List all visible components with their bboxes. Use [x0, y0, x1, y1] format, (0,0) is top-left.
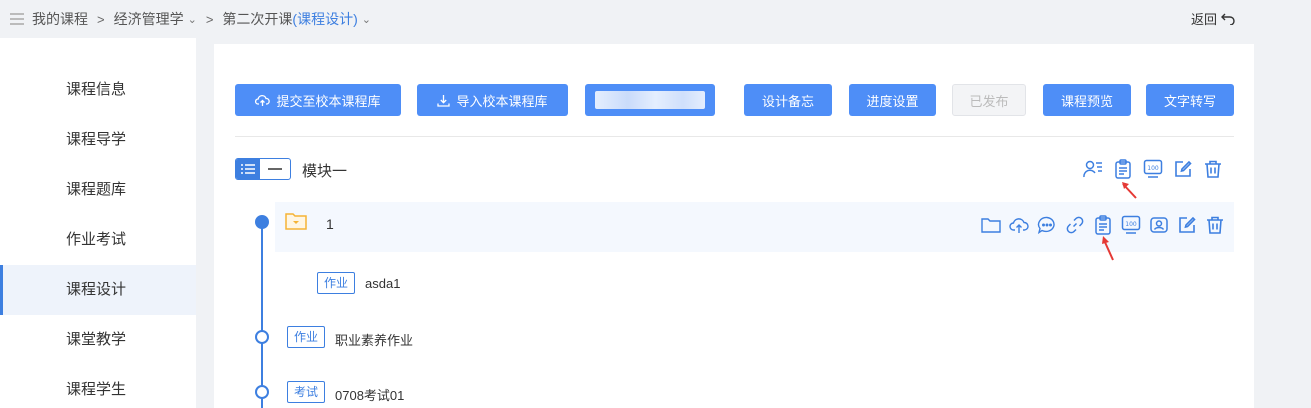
timeline-node-active	[255, 215, 269, 229]
divider	[235, 136, 1234, 137]
badge-icon[interactable]	[1148, 214, 1170, 236]
download-icon	[437, 94, 451, 107]
list-view-icon[interactable]	[236, 159, 260, 179]
edit-icon[interactable]	[1176, 214, 1198, 236]
back-label: 返回	[1191, 12, 1218, 27]
delete-icon[interactable]	[1202, 158, 1224, 180]
module-actions: 100	[1082, 158, 1224, 180]
chevron-down-icon[interactable]: ⌄	[362, 13, 371, 26]
cloud-upload-icon[interactable]	[1008, 214, 1030, 236]
timeline-node	[255, 330, 269, 344]
sidebar-item-course-design[interactable]: 课程设计	[0, 265, 196, 315]
clipboard-icon[interactable]	[1112, 158, 1134, 180]
score-100-icon[interactable]: 100	[1120, 214, 1142, 236]
back-button[interactable]: 返回	[1191, 9, 1235, 28]
redacted-button[interactable]	[585, 84, 715, 116]
link-icon[interactable]	[1064, 214, 1086, 236]
breadcrumb-item-my-courses[interactable]: 我的课程	[32, 9, 88, 29]
breadcrumb-item-offering[interactable]: 第二次开课	[222, 9, 292, 29]
section-actions: 100	[980, 214, 1226, 236]
menu-icon[interactable]	[10, 13, 24, 25]
progress-settings-button[interactable]: 进度设置	[849, 84, 936, 116]
sidebar-item-homework-exams[interactable]: 作业考试	[0, 215, 196, 265]
item-type-tag: 作业	[317, 272, 356, 294]
module-title: 模块一	[302, 163, 348, 180]
section-title: 1	[326, 216, 334, 232]
svg-text:100: 100	[1147, 165, 1159, 172]
item-title[interactable]: 职业素养作业	[335, 330, 413, 349]
delete-icon[interactable]	[1204, 214, 1226, 236]
course-preview-button[interactable]: 课程预览	[1043, 84, 1131, 116]
submit-to-library-button[interactable]: 提交至校本课程库	[235, 84, 401, 116]
item-type-tag: 作业	[287, 326, 326, 348]
import-from-library-label: 导入校本课程库	[456, 93, 548, 109]
timeline-line	[261, 216, 263, 408]
timeline-node	[255, 385, 269, 399]
course-design-panel: 提交至校本课程库 导入校本课程库 设计备忘 进度设置 已发布 课程预览 文字转写…	[214, 44, 1254, 408]
sidebar: 课程信息 课程导学 课程题库 作业考试 课程设计 课堂教学 课程学生	[0, 38, 196, 408]
submit-to-library-label: 提交至校本课程库	[276, 93, 381, 109]
import-from-library-button[interactable]: 导入校本课程库	[417, 84, 568, 116]
design-memo-button[interactable]: 设计备忘	[744, 84, 832, 116]
item-type-tag: 考试	[287, 381, 326, 403]
sidebar-item-question-bank[interactable]: 课程题库	[0, 165, 196, 215]
breadcrumb-current-mode[interactable]: (课程设计)	[292, 9, 357, 29]
assign-person-icon[interactable]	[1082, 158, 1104, 180]
text-transcribe-button[interactable]: 文字转写	[1146, 84, 1234, 116]
annotation-arrow	[1102, 236, 1114, 261]
sidebar-item-course-guide[interactable]: 课程导学	[0, 115, 196, 165]
breadcrumb-item-course[interactable]: 经济管理学	[114, 9, 184, 29]
chevron-down-icon[interactable]: ⌄	[188, 13, 197, 26]
folder-icon[interactable]	[980, 214, 1002, 236]
svg-text:100: 100	[1125, 221, 1137, 228]
sidebar-item-course-students[interactable]: 课程学生	[0, 365, 196, 408]
comment-icon[interactable]	[1036, 214, 1058, 236]
item-title[interactable]: asda1	[365, 276, 400, 291]
breadcrumb-separator: >	[205, 11, 214, 27]
sidebar-item-classroom-teaching[interactable]: 课堂教学	[0, 315, 196, 365]
view-mode-toggle[interactable]	[235, 158, 291, 180]
sidebar-item-course-info[interactable]: 课程信息	[0, 65, 196, 115]
breadcrumb-separator: >	[97, 11, 105, 27]
collapse-icon[interactable]	[260, 159, 290, 179]
score-100-icon[interactable]: 100	[1142, 158, 1164, 180]
return-icon	[1221, 13, 1235, 25]
folder-icon	[285, 212, 307, 235]
annotation-arrow	[1122, 182, 1137, 199]
published-button: 已发布	[952, 84, 1026, 116]
top-bar: 我的课程 > 经济管理学 ⌄ > 第二次开课 (课程设计) ⌄ 返回	[0, 0, 1311, 38]
clipboard-icon[interactable]	[1092, 214, 1114, 236]
edit-icon[interactable]	[1172, 158, 1194, 180]
breadcrumb: 我的课程 > 经济管理学 ⌄ > 第二次开课 (课程设计) ⌄	[10, 9, 371, 29]
redacted-label-blur	[595, 91, 705, 109]
cloud-upload-icon	[255, 94, 271, 106]
item-title[interactable]: 0708考试01	[335, 385, 404, 404]
